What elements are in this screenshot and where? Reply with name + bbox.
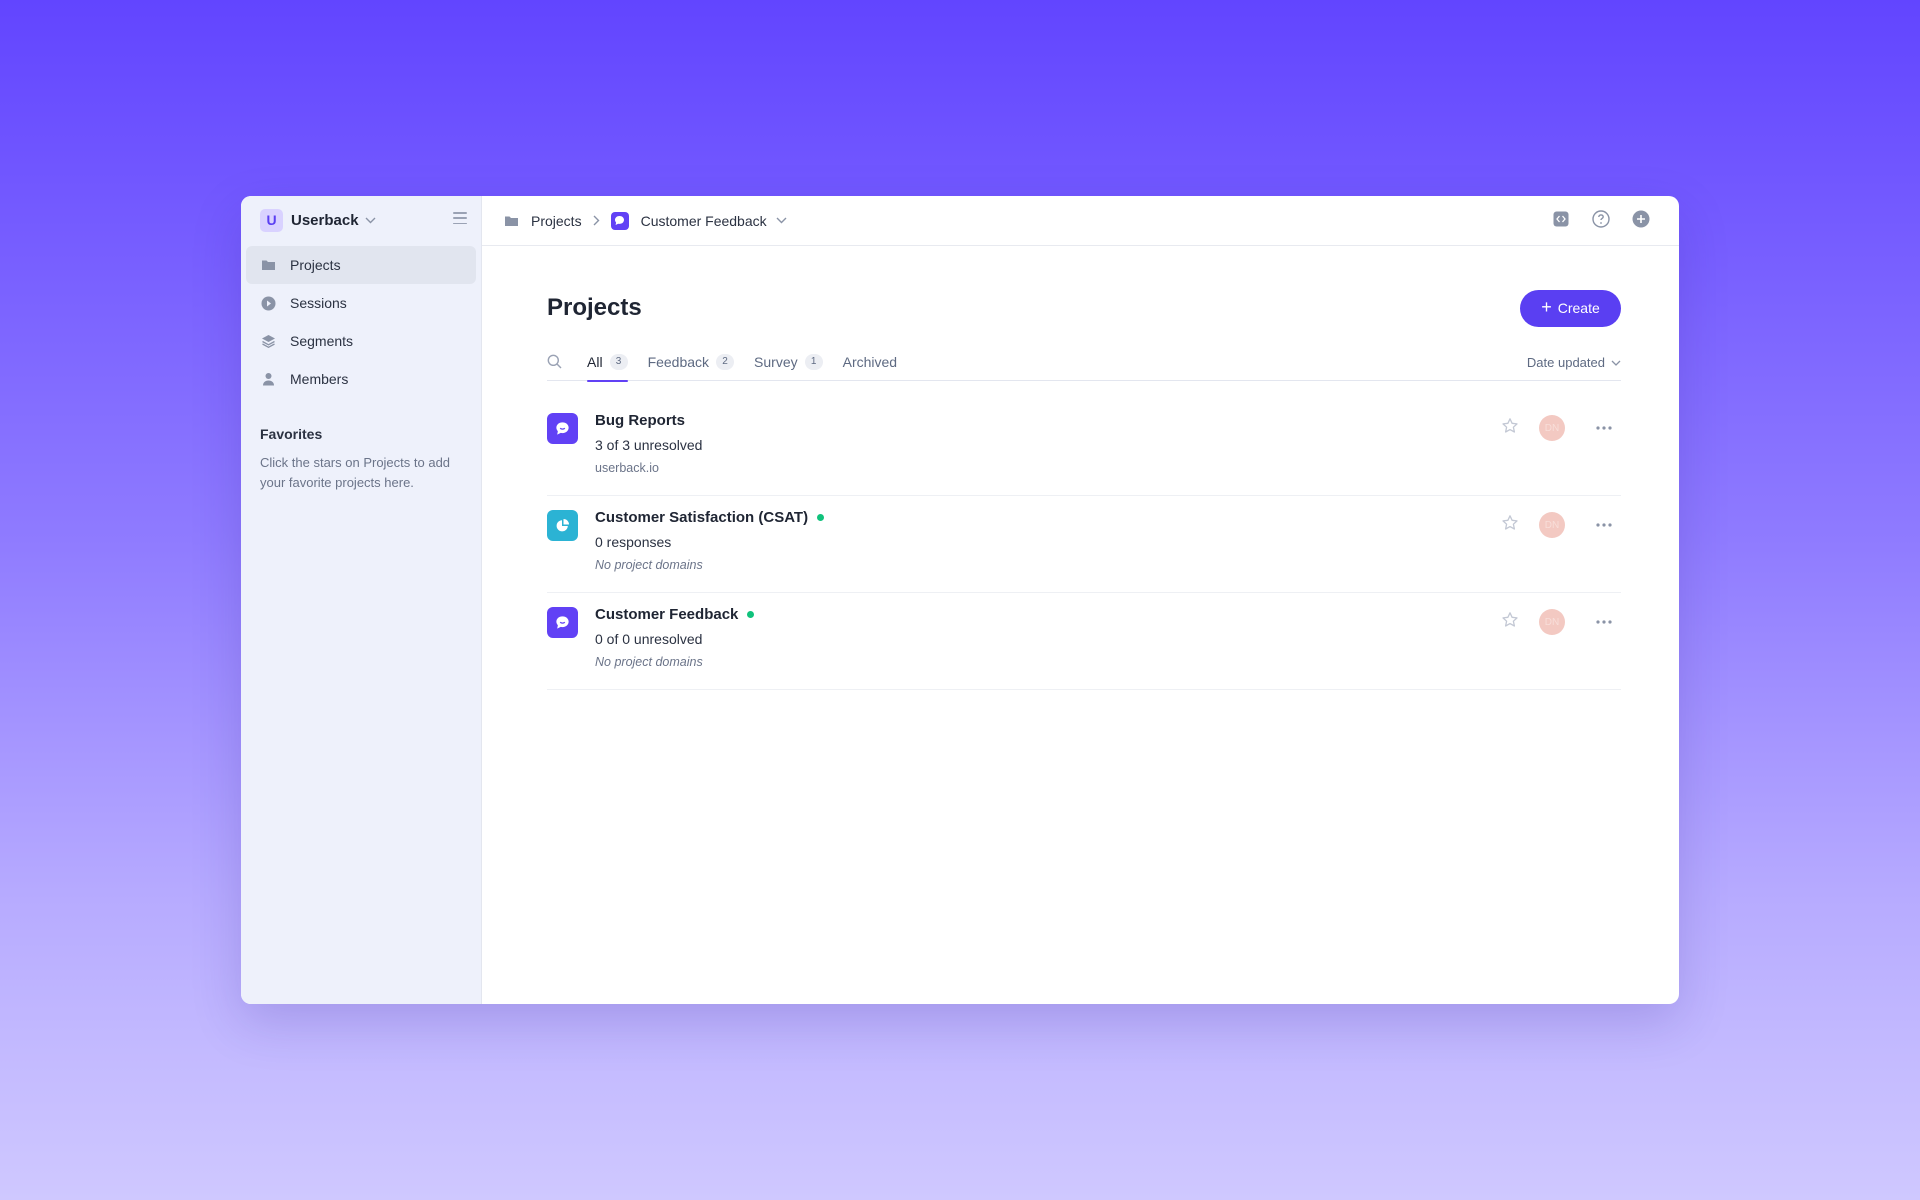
sidebar-item-sessions[interactable]: Sessions <box>246 284 476 322</box>
filter-tabs: All 3 Feedback 2 Survey 1 Archived Date … <box>547 343 1621 382</box>
top-bar: Projects Customer Feedback <box>482 196 1679 246</box>
workspace-name: Userback <box>291 211 359 229</box>
workspace-logo: U <box>260 208 283 232</box>
star-icon[interactable] <box>1501 417 1521 437</box>
project-domain: userback.io <box>595 461 659 475</box>
project-name-text: Bug Reports <box>595 412 685 429</box>
more-options-icon[interactable] <box>1595 419 1613 437</box>
more-options-icon[interactable] <box>1595 516 1613 534</box>
help-icon[interactable] <box>1592 210 1610 228</box>
sort-label: Date updated <box>1526 355 1605 370</box>
workspace-switcher[interactable]: U Userback <box>241 196 481 244</box>
star-icon[interactable] <box>1501 514 1521 534</box>
more-options-icon[interactable] <box>1595 613 1613 631</box>
active-status-dot <box>817 514 825 521</box>
page-title: Projects <box>547 294 642 321</box>
app-window: U Userback Projects Sessions Segments Me… <box>241 196 1679 1004</box>
collapse-menu-icon[interactable] <box>453 212 467 224</box>
sidebar-item-segments[interactable]: Segments <box>246 322 476 360</box>
code-embed-icon[interactable] <box>1552 210 1570 228</box>
folder-icon <box>504 215 519 227</box>
sidebar-item-projects[interactable]: Projects <box>246 246 476 284</box>
chevron-down-icon <box>1611 360 1621 366</box>
project-domain: No project domains <box>595 655 703 669</box>
layers-icon <box>260 333 276 349</box>
project-name-text: Customer Feedback <box>595 606 739 623</box>
tab-count-badge: 3 <box>609 353 628 370</box>
create-button-label: Create <box>1557 300 1600 316</box>
sidebar-item-label: Members <box>290 371 349 387</box>
project-name[interactable]: Bug Reports <box>595 412 685 429</box>
project-row[interactable]: Bug Reports 3 of 3 unresolved userback.i… <box>547 399 1621 496</box>
tab-label: Survey <box>754 353 798 370</box>
tab-all[interactable]: All 3 <box>587 343 628 382</box>
chat-bubble-icon <box>547 607 578 638</box>
project-row[interactable]: Customer Satisfaction (CSAT) 0 responses… <box>547 496 1621 593</box>
tab-label: Archived <box>842 353 898 370</box>
folder-icon <box>260 257 276 273</box>
project-row[interactable]: Customer Feedback 0 of 0 unresolved No p… <box>547 593 1621 690</box>
breadcrumb-current-project[interactable]: Customer Feedback <box>641 213 767 229</box>
avatar[interactable]: DN <box>1539 512 1565 538</box>
play-circle-icon <box>260 295 276 311</box>
plus-icon: + <box>1541 297 1552 317</box>
chevron-right-icon <box>593 215 600 226</box>
project-name[interactable]: Customer Feedback <box>595 606 755 623</box>
create-button[interactable]: + Create <box>1520 289 1621 327</box>
tab-label: Feedback <box>647 353 710 370</box>
project-status: 3 of 3 unresolved <box>595 437 703 453</box>
active-status-dot <box>747 611 755 618</box>
user-icon <box>260 371 276 387</box>
tab-count-badge: 1 <box>804 353 823 370</box>
project-name-text: Customer Satisfaction (CSAT) <box>595 509 809 526</box>
top-actions <box>1552 210 1650 228</box>
sort-dropdown[interactable]: Date updated <box>1527 355 1621 370</box>
pie-chart-icon <box>547 510 578 541</box>
tab-label: All <box>587 353 603 370</box>
avatar[interactable]: DN <box>1539 609 1565 635</box>
project-list: Bug Reports 3 of 3 unresolved userback.i… <box>547 399 1621 690</box>
add-circle-icon[interactable] <box>1632 210 1650 228</box>
tab-survey[interactable]: Survey 1 <box>754 343 823 381</box>
sidebar: U Userback Projects Sessions Segments Me… <box>241 196 482 1004</box>
tab-archived[interactable]: Archived <box>843 343 897 381</box>
chat-bubble-icon <box>610 211 629 230</box>
sidebar-item-members[interactable]: Members <box>246 360 476 398</box>
main-panel: Projects Customer Feedback Projects + Cr… <box>482 196 1679 1004</box>
sidebar-item-label: Projects <box>290 257 341 273</box>
star-icon[interactable] <box>1501 611 1521 631</box>
sidebar-item-label: Sessions <box>290 295 347 311</box>
project-name[interactable]: Customer Satisfaction (CSAT) <box>595 509 825 526</box>
sidebar-item-label: Segments <box>290 333 354 349</box>
avatar[interactable]: DN <box>1539 415 1565 441</box>
project-status: 0 of 0 unresolved <box>595 631 703 647</box>
project-status: 0 responses <box>595 534 672 550</box>
project-domain: No project domains <box>595 558 703 572</box>
chat-bubble-icon <box>547 413 578 444</box>
favorites-hint: Click the stars on Projects to add your … <box>260 455 451 490</box>
chevron-down-icon <box>365 217 376 224</box>
tab-count-badge: 2 <box>716 353 735 370</box>
search-icon[interactable] <box>547 354 563 370</box>
breadcrumb-projects-link[interactable]: Projects <box>531 213 582 229</box>
favorites-section: Favorites Click the stars on Projects to… <box>241 400 481 493</box>
sidebar-nav: Projects Sessions Segments Members <box>241 244 481 400</box>
breadcrumb: Projects Customer Feedback <box>504 211 787 230</box>
chevron-down-icon[interactable] <box>776 217 787 224</box>
favorites-title: Favorites <box>260 426 323 442</box>
projects-content: Projects + Create All 3 Feedback 2 Surve… <box>547 246 1621 690</box>
tab-feedback[interactable]: Feedback 2 <box>647 343 735 381</box>
